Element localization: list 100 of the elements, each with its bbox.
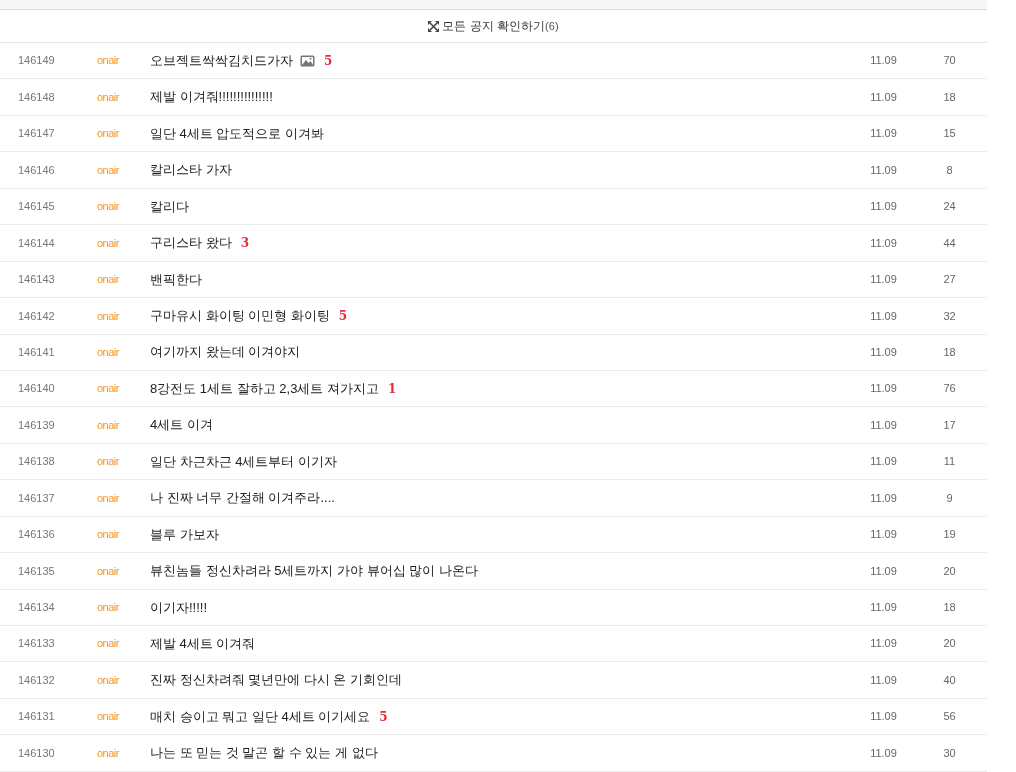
post-number: 146138 bbox=[18, 454, 56, 470]
post-date: 11.09 bbox=[869, 381, 898, 397]
post-date: 11.09 bbox=[869, 454, 898, 470]
author-name[interactable]: onair bbox=[97, 744, 150, 762]
view-count: 44 bbox=[942, 235, 957, 251]
post-title[interactable]: 밴픽한다 bbox=[150, 269, 202, 290]
view-count: 15 bbox=[942, 126, 957, 142]
post-date: 11.09 bbox=[869, 199, 898, 215]
view-count: 18 bbox=[942, 89, 957, 105]
post-number: 146141 bbox=[18, 344, 56, 360]
post-number: 146140 bbox=[18, 381, 56, 397]
comment-count[interactable]: 5 bbox=[379, 707, 388, 726]
show-all-notices-button[interactable]: 모든 공지 확인하기(6) bbox=[428, 20, 559, 32]
view-count: 20 bbox=[942, 563, 957, 579]
post-title[interactable]: 나는 또 믿는 것 말곤 할 수 있는 게 없다 bbox=[150, 743, 378, 763]
post-date: 11.09 bbox=[869, 417, 898, 433]
post-title[interactable]: 매치 승이고 뭐고 일단 4세트 이기세요 bbox=[150, 706, 371, 727]
post-number: 146131 bbox=[18, 709, 56, 725]
post-number: 146146 bbox=[18, 162, 56, 178]
post-date: 11.09 bbox=[869, 745, 898, 761]
author-name[interactable]: onair bbox=[97, 635, 150, 652]
post-number: 146143 bbox=[18, 272, 56, 288]
post-title[interactable]: 오브젝트싹싹김치드가자 bbox=[150, 50, 293, 71]
post-date: 11.09 bbox=[869, 490, 898, 506]
post-date: 11.09 bbox=[869, 53, 898, 69]
post-title[interactable]: 일단 4세트 압도적으로 이겨봐 bbox=[150, 123, 325, 144]
author-name[interactable]: onair bbox=[97, 271, 150, 288]
author-name[interactable]: onair bbox=[97, 453, 150, 470]
post-title[interactable]: 진짜 정신차려줘 몇년만에 다시 온 기회인데 bbox=[150, 670, 403, 690]
view-count: 27 bbox=[942, 272, 957, 288]
author-name[interactable]: onair bbox=[97, 125, 150, 142]
view-count: 19 bbox=[942, 527, 957, 543]
author-name[interactable]: onair bbox=[97, 198, 150, 215]
post-title[interactable]: 제발 이겨줘!!!!!!!!!!!!!!! bbox=[150, 87, 273, 107]
author-name[interactable]: onair bbox=[97, 562, 150, 580]
post-number: 146133 bbox=[18, 636, 56, 652]
post-title[interactable]: 일단 차근차근 4세트부터 이기자 bbox=[150, 451, 338, 472]
author-name[interactable]: onair bbox=[97, 234, 150, 252]
author-name[interactable]: onair bbox=[97, 708, 150, 725]
comment-count[interactable]: 5 bbox=[338, 306, 348, 325]
post-title[interactable]: 구마유시 화이팅 이민형 화이팅 bbox=[150, 306, 330, 326]
expand-icon bbox=[428, 20, 440, 32]
post-title[interactable]: 칼리다 bbox=[150, 196, 189, 217]
author-name[interactable]: onair bbox=[97, 52, 150, 69]
post-number: 146136 bbox=[18, 527, 56, 543]
comment-count[interactable]: 5 bbox=[324, 51, 333, 70]
post-number: 146144 bbox=[18, 235, 56, 251]
view-count: 56 bbox=[942, 709, 957, 725]
post-title[interactable]: 제발 4세트 이겨줘 bbox=[150, 633, 256, 654]
post-title[interactable]: 나 진짜 너무 간절해 이겨주라.... bbox=[150, 488, 335, 508]
view-count: 76 bbox=[942, 381, 957, 397]
post-date: 11.09 bbox=[869, 672, 898, 688]
post-title[interactable]: 칼리스타 가자 bbox=[150, 160, 232, 180]
post-title[interactable]: 8강전도 1세트 잘하고 2,3세트 져가지고 bbox=[150, 378, 379, 399]
post-date: 11.09 bbox=[869, 272, 898, 288]
author-name[interactable]: onair bbox=[97, 343, 150, 361]
view-count: 8 bbox=[945, 162, 954, 178]
post-date: 11.09 bbox=[869, 636, 898, 652]
post-date: 11.09 bbox=[869, 563, 898, 579]
view-count: 24 bbox=[942, 199, 957, 215]
view-count: 70 bbox=[942, 53, 957, 69]
post-number: 146134 bbox=[18, 600, 56, 616]
post-date: 11.09 bbox=[869, 600, 898, 616]
view-count: 18 bbox=[942, 344, 957, 360]
view-count: 32 bbox=[942, 308, 957, 324]
author-name[interactable]: onair bbox=[97, 416, 150, 434]
author-name[interactable]: onair bbox=[97, 526, 150, 543]
post-number: 146137 bbox=[18, 490, 56, 506]
post-date: 11.09 bbox=[869, 344, 898, 360]
view-count: 20 bbox=[942, 636, 957, 652]
view-count: 30 bbox=[942, 745, 957, 761]
post-date: 11.09 bbox=[869, 527, 898, 543]
author-name[interactable]: onair bbox=[97, 88, 150, 106]
post-title[interactable]: 여기까지 왔는데 이겨야지 bbox=[150, 342, 301, 362]
comment-count[interactable]: 3 bbox=[240, 233, 249, 252]
author-name[interactable]: onair bbox=[97, 489, 150, 507]
post-number: 146142 bbox=[18, 308, 56, 324]
post-date: 11.09 bbox=[869, 126, 898, 142]
view-count: 17 bbox=[942, 417, 957, 433]
post-date: 11.09 bbox=[869, 235, 898, 251]
post-number: 146149 bbox=[18, 53, 56, 69]
view-count: 11 bbox=[942, 454, 957, 470]
post-title[interactable]: 이기자!!!!! bbox=[150, 597, 208, 618]
post-title[interactable]: 블루 가보자 bbox=[150, 524, 219, 545]
author-name[interactable]: onair bbox=[97, 380, 150, 397]
view-count: 40 bbox=[942, 672, 957, 688]
author-name[interactable]: onair bbox=[97, 599, 150, 616]
author-name[interactable]: onair bbox=[97, 671, 150, 689]
post-title[interactable]: 뷰친놈들 정신차려라 5세트까지 가야 뷰어십 많이 나온다 bbox=[150, 561, 478, 581]
author-name[interactable]: onair bbox=[97, 307, 150, 325]
author-name[interactable]: onair bbox=[97, 161, 150, 179]
post-title[interactable]: 구리스타 왔다 bbox=[150, 233, 232, 253]
post-number: 146145 bbox=[18, 199, 56, 215]
post-title[interactable]: 4세트 이겨 bbox=[150, 415, 213, 435]
post-date: 11.09 bbox=[869, 308, 898, 324]
comment-count[interactable]: 1 bbox=[388, 379, 397, 398]
post-date: 11.09 bbox=[869, 162, 898, 178]
post-date: 11.09 bbox=[869, 709, 898, 725]
post-date: 11.09 bbox=[869, 89, 898, 105]
post-number: 146132 bbox=[18, 672, 56, 688]
